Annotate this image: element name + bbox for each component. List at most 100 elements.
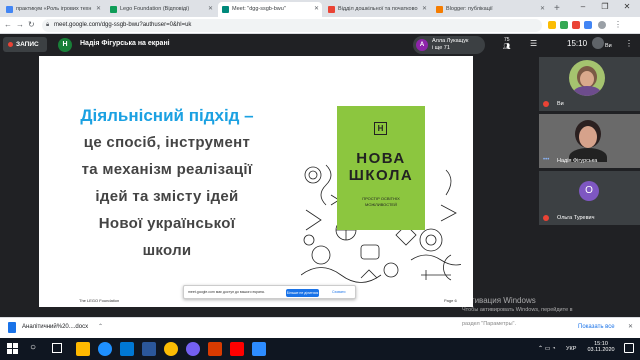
maximize-icon[interactable]: ❐ — [594, 0, 616, 14]
presented-slide: Діяльнісний підхід – це спосіб, інструме… — [39, 56, 473, 307]
share-text: meet.google.com має доступ до вашого екр… — [188, 290, 265, 294]
search-icon[interactable]: ○ — [30, 342, 36, 353]
close-icon[interactable]: ✕ — [540, 2, 545, 17]
tab-title: Відділ дошкільної та початково — [338, 6, 418, 12]
lock-icon: 🔒︎ — [46, 22, 50, 28]
youtube-icon[interactable] — [230, 342, 244, 356]
viewer-more: і ще 71 — [432, 45, 450, 51]
close-window-icon[interactable]: ✕ — [616, 0, 638, 14]
mic-off-icon — [543, 101, 549, 107]
slide-footer-right: Page 6 — [444, 298, 457, 303]
participant-name: Надія Фігурська — [557, 158, 598, 164]
slide-line: та механізм реалізації — [81, 161, 253, 178]
recording-badge[interactable]: ЗАПИС — [3, 37, 47, 52]
meet-header: ЗАПИС Н Надія Фігурська на екрані А Алла… — [0, 35, 640, 55]
record-dot-icon — [8, 42, 13, 47]
slide-line: школи — [142, 242, 192, 259]
slide-line: Нової української — [98, 215, 236, 232]
browser-tab-4[interactable]: Відділ дошкільної та початково ✕ — [324, 2, 430, 17]
browser-tab-5[interactable]: Blogger: публікації ✕ — [432, 2, 548, 17]
participant-name: Ольга Туревич — [557, 215, 595, 221]
download-filename[interactable]: Аналітичний%20....docx — [22, 324, 88, 330]
word-file-icon — [8, 322, 16, 333]
chevron-up-icon[interactable]: ⌃ — [98, 323, 103, 330]
book-cover: Н НОВА ШКОЛА ПРОСТІР ОСВІТНІХ МОЖЛИВОСТЕ… — [337, 106, 425, 230]
forward-icon[interactable]: → — [16, 20, 24, 29]
meet-icon — [222, 6, 229, 13]
powerpoint-icon[interactable] — [208, 342, 222, 356]
chrome-icon[interactable] — [164, 342, 178, 356]
close-icon[interactable]: ✕ — [628, 323, 633, 330]
word-icon[interactable] — [142, 342, 156, 356]
close-icon[interactable]: ✕ — [96, 2, 101, 17]
book-logo: Н — [374, 122, 387, 135]
extension-icon[interactable] — [572, 21, 580, 29]
people-icon: 👥︎ — [503, 44, 511, 50]
tab-title: Lego Foundation (Відповіді) — [120, 6, 190, 12]
blogger-icon — [436, 6, 443, 13]
url-input[interactable]: 🔒︎ meet.google.com/dgg-ssgb-bwu?authuser… — [42, 19, 542, 32]
url-text: meet.google.com/dgg-ssgb-bwu?authuser=0&… — [54, 22, 192, 28]
screen-share-bar: meet.google.com має доступ до вашого екр… — [183, 285, 356, 299]
profile-avatar[interactable] — [598, 21, 606, 29]
extension-icon[interactable] — [548, 21, 556, 29]
stop-sharing-button[interactable]: Більше не ділитися — [286, 289, 319, 297]
extension-icon[interactable] — [560, 21, 568, 29]
participants-button[interactable]: 75 👥︎ — [503, 37, 511, 50]
book-subtitle-line2: МОЖЛИВОСТЕЙ — [365, 202, 397, 207]
browser-tab-3[interactable]: Meet: "dgg-ssgb-bwu" ✕ — [218, 2, 322, 17]
extension-icon[interactable] — [584, 21, 592, 29]
tray-icons[interactable]: ⌃ ▭ ◔ — [538, 345, 556, 352]
site-icon — [328, 6, 335, 13]
browser-tab-1[interactable]: практикум «Роль ігрових техн ✕ — [2, 2, 104, 17]
activation-line1: Чтобы активировать Windows, перейдите в — [462, 307, 573, 313]
windows-start-icon[interactable] — [7, 343, 18, 354]
book-title-line2: ШКОЛА — [348, 167, 414, 184]
minimize-icon[interactable]: – — [572, 0, 594, 14]
reload-icon[interactable]: ↻ — [28, 20, 35, 29]
participant-avatar: О — [579, 181, 599, 201]
chat-icon[interactable]: ☰ — [530, 39, 537, 48]
tab-title: Meet: "dgg-ssgb-bwu" — [232, 6, 286, 12]
show-all-button[interactable]: Показать все — [578, 324, 615, 330]
browser-tab-2[interactable]: Lego Foundation (Відповіді) ✕ — [106, 2, 216, 17]
activation-line2: раздел "Параметры". — [462, 321, 517, 327]
close-icon[interactable]: ✕ — [314, 2, 319, 17]
back-icon[interactable]: ← — [4, 20, 12, 29]
participant-tile[interactable]: Ви — [539, 57, 640, 111]
hide-button[interactable]: Сховати — [332, 290, 345, 294]
viber-icon[interactable] — [186, 342, 200, 356]
mic-off-icon — [543, 215, 549, 221]
participant-name: Ви — [557, 101, 564, 107]
viewer-avatar: А — [416, 39, 428, 51]
slide-footer-left: The LEGO Foundation — [79, 298, 120, 303]
book-subtitle-line1: ПРОСТІР ОСВІТНІХ — [362, 196, 400, 201]
presenter-text: Надія Фігурська на екрані — [80, 40, 170, 47]
more-options-icon[interactable]: ⋮ — [625, 39, 633, 48]
edge-icon[interactable] — [98, 342, 112, 356]
participant-video — [567, 120, 609, 162]
close-icon[interactable]: ✕ — [422, 2, 427, 17]
participant-tile[interactable]: ••• Надія Фігурська — [539, 114, 640, 168]
participant-video — [569, 60, 605, 96]
task-view-icon[interactable] — [52, 343, 62, 353]
downloads-bar: Аналітичний%20....docx ⌃ раздел "Парамет… — [0, 317, 640, 338]
new-tab-button[interactable]: + — [554, 3, 560, 15]
tab-title: практикум «Роль ігрових техн — [16, 6, 92, 12]
participant-tile[interactable]: О Ольга Туревич — [539, 171, 640, 225]
meet-clock: 15:10 — [567, 39, 588, 48]
book-title-line1: НОВА — [356, 150, 406, 167]
presenter-avatar: Н — [58, 38, 72, 52]
store-icon[interactable] — [120, 342, 134, 356]
viewers-chip[interactable]: А Алла Лукащук і ще 71 — [413, 36, 485, 54]
file-explorer-icon[interactable] — [76, 342, 90, 356]
self-label: Ви — [605, 43, 612, 49]
notifications-icon[interactable] — [624, 343, 634, 353]
language-indicator[interactable]: УКР — [566, 346, 576, 352]
menu-dots-icon[interactable]: ⋮ — [614, 20, 622, 29]
taskbar-clock[interactable]: 15:10 03.11.2020 — [583, 341, 619, 353]
close-icon[interactable]: ✕ — [208, 2, 213, 17]
sheets-icon — [110, 6, 117, 13]
zoom-icon[interactable] — [252, 342, 266, 356]
tab-title: Blogger: публікації — [446, 6, 493, 12]
